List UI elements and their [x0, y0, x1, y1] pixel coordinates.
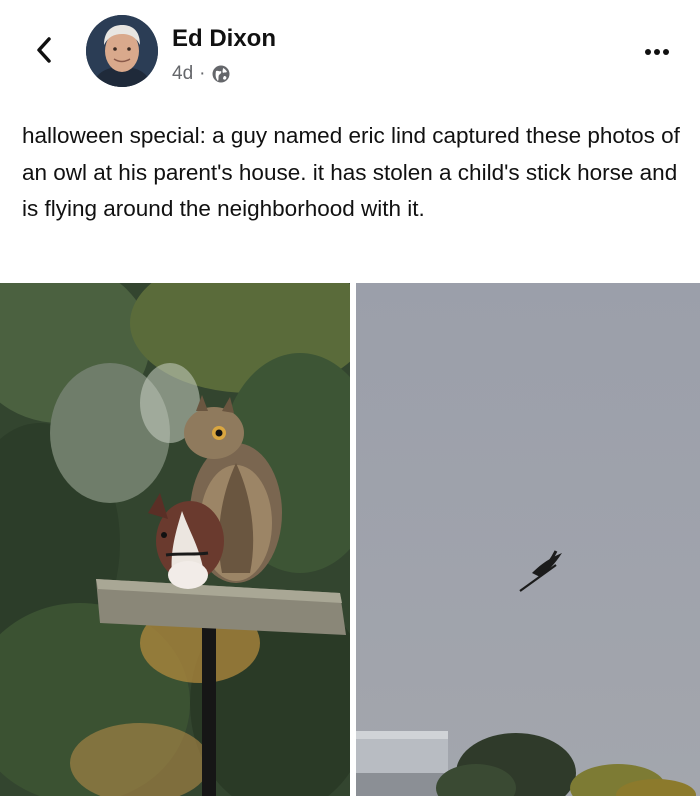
avatar-photo	[86, 15, 158, 87]
meta-separator: ·	[199, 63, 206, 84]
photo-owl-flying[interactable]	[356, 283, 700, 796]
more-dots-icon	[645, 49, 669, 55]
back-button[interactable]	[30, 30, 60, 70]
post-header: Ed Dixon 4d ·	[0, 0, 700, 110]
photo-owl-perched[interactable]	[0, 283, 350, 796]
post-meta: 4d ·	[172, 63, 231, 85]
owl-perched-illustration	[0, 283, 350, 796]
owl-flying-illustration	[356, 283, 700, 796]
chevron-left-icon	[37, 37, 51, 63]
avatar[interactable]	[86, 15, 158, 87]
globe-icon	[212, 65, 230, 83]
author-name[interactable]: Ed Dixon	[172, 25, 276, 53]
more-options-button[interactable]	[642, 30, 672, 60]
post-timestamp[interactable]: 4d	[172, 63, 193, 85]
post-text: halloween special: a guy named eric lind…	[22, 123, 680, 221]
